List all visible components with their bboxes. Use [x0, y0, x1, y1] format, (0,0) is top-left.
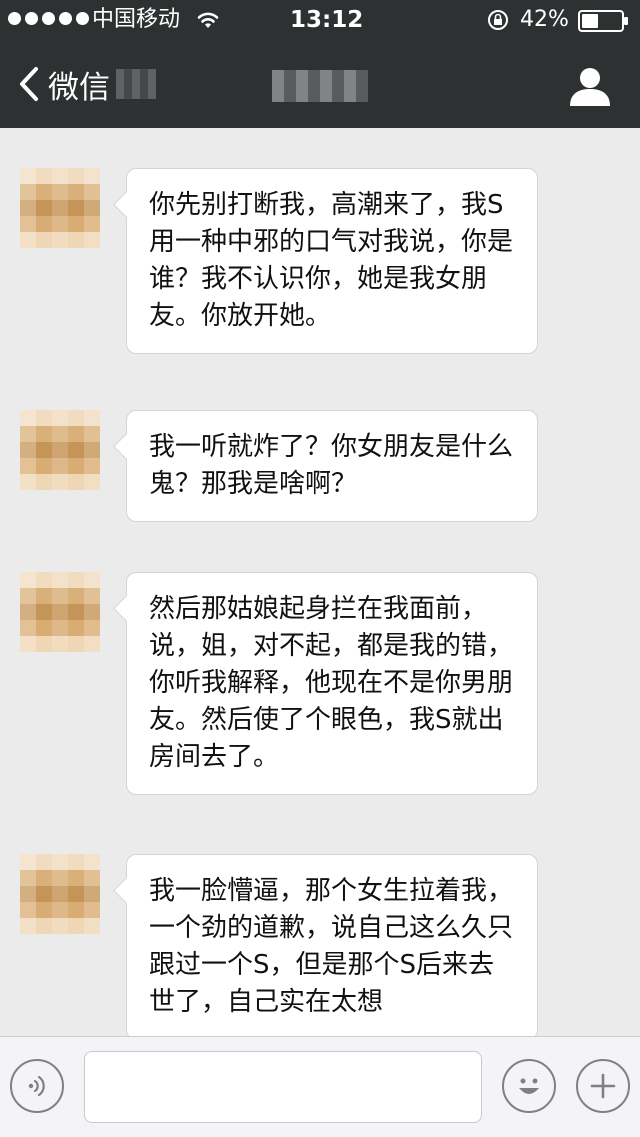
person-icon: [570, 68, 610, 106]
nav-bar: 微信: [0, 40, 640, 128]
contact-avatar[interactable]: [20, 168, 100, 248]
unread-count-redacted: [116, 69, 156, 99]
input-toolbar: [0, 1036, 640, 1137]
header: 中国移动 13:12 42% 微信: [0, 0, 640, 128]
carrier-name: 中国移动: [92, 7, 181, 32]
message-text: 然后那姑娘起身拦在我面前，说，姐，对不起，都是我的错，你听我解释，他现在不是你男…: [149, 594, 514, 772]
contact-avatar[interactable]: [20, 410, 100, 490]
message-bubble[interactable]: 你先别打断我，高潮来了，我S用一种中邪的口气对我说，你是谁？我不认识你，她是我女…: [126, 168, 538, 354]
message-bubble[interactable]: 我一脸懵逼，那个女生拉着我，一个劲的道歉，说自己这么久只跟过一个S，但是那个S后…: [126, 854, 538, 1036]
battery-icon: [578, 10, 628, 32]
message-list[interactable]: 你先别打断我，高潮来了，我S用一种中邪的口气对我说，你是谁？我不认识你，她是我女…: [0, 128, 640, 1036]
voice-icon: [28, 1075, 45, 1097]
plus-icon: [590, 1073, 616, 1099]
back-button[interactable]: 微信: [18, 60, 156, 108]
signal-dots-icon: [8, 12, 89, 25]
battery-percent: 42%: [520, 7, 569, 32]
message-bubble[interactable]: 我一听就炸了？你女朋友是什么鬼？那我是啥啊？: [126, 410, 538, 522]
message-text: 你先别打断我，高潮来了，我S用一种中邪的口气对我说，你是谁？我不认识你，她是我女…: [149, 190, 514, 331]
clock: 13:12: [290, 7, 364, 33]
message-input[interactable]: [84, 1051, 482, 1123]
chat-title-redacted: [272, 70, 368, 102]
more-button[interactable]: [576, 1059, 630, 1113]
contact-avatar[interactable]: [20, 854, 100, 934]
contact-profile-button[interactable]: [568, 64, 612, 108]
emoji-button[interactable]: [502, 1059, 556, 1113]
chevron-left-icon: [20, 67, 38, 101]
rotation-lock-icon: [488, 10, 508, 30]
smiley-icon: [519, 1078, 539, 1094]
contact-avatar[interactable]: [20, 572, 100, 652]
wifi-icon: [197, 12, 219, 28]
message-text: 我一听就炸了？你女朋友是什么鬼？那我是啥啊？: [149, 432, 514, 499]
message-text: 我一脸懵逼，那个女生拉着我，一个劲的道歉，说自己这么久只跟过一个S，但是那个S后…: [149, 876, 514, 1017]
back-label: 微信: [48, 69, 110, 106]
voice-button[interactable]: [10, 1059, 64, 1113]
status-bar: 中国移动 13:12 42%: [0, 0, 640, 40]
message-bubble[interactable]: 然后那姑娘起身拦在我面前，说，姐，对不起，都是我的错，你听我解释，他现在不是你男…: [126, 572, 538, 795]
